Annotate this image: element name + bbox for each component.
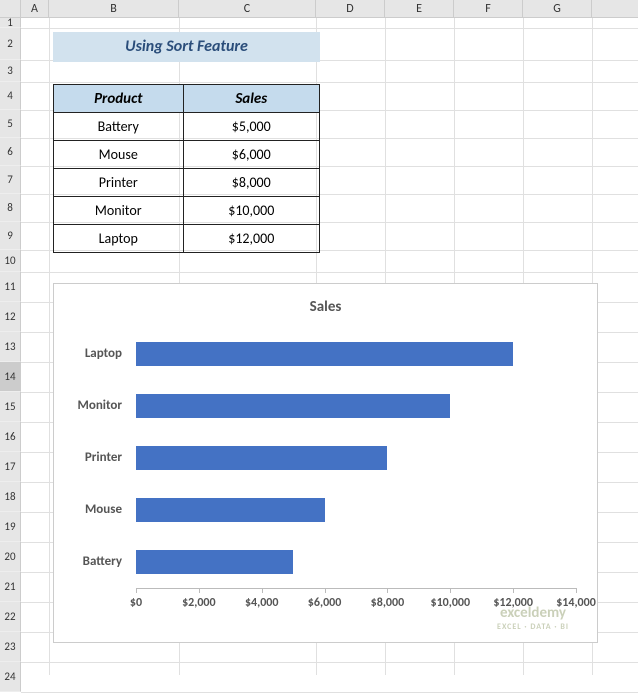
- column-header-row: A B C D E F G: [0, 0, 638, 18]
- row-header-5[interactable]: 5: [0, 110, 21, 138]
- chart-title: Sales: [54, 298, 597, 316]
- chart-x-tick-label: $2,000: [182, 596, 216, 610]
- col-header-E[interactable]: E: [385, 0, 454, 17]
- cell-sales[interactable]: $5,000: [183, 113, 319, 141]
- row-header-3[interactable]: 3: [0, 60, 21, 82]
- chart-y-labels: Laptop Monitor Printer Mouse Battery: [54, 328, 130, 588]
- chart-x-tick-label: $10,000: [430, 596, 470, 610]
- row-header-15[interactable]: 15: [0, 392, 21, 422]
- cell-product[interactable]: Laptop: [54, 225, 184, 253]
- data-table: Product Sales Battery$5,000Mouse$6,000Pr…: [53, 84, 320, 253]
- col-header-G[interactable]: G: [523, 0, 592, 17]
- chart-bar[interactable]: [136, 498, 325, 522]
- chart-x-tick-label: $4,000: [245, 596, 279, 610]
- row-header-18[interactable]: 18: [0, 482, 21, 512]
- cell-product[interactable]: Battery: [54, 113, 184, 141]
- chart-x-tick-label: $8,000: [371, 596, 405, 610]
- watermark-brand: exceldemy: [497, 604, 569, 622]
- row-header-6[interactable]: 6: [0, 138, 21, 166]
- select-all-corner[interactable]: [0, 0, 21, 17]
- cell-sales[interactable]: $10,000: [183, 197, 319, 225]
- bar-chart[interactable]: Sales Laptop Monitor Printer Mouse Battery $…: [53, 283, 598, 643]
- header-sales[interactable]: Sales: [183, 85, 319, 113]
- chart-category-label: Battery: [54, 554, 122, 569]
- row-header-2[interactable]: 2: [0, 28, 21, 60]
- watermark-sub: EXCEL · DATA · BI: [497, 622, 569, 632]
- row-header-13[interactable]: 13: [0, 332, 21, 362]
- cell-sales[interactable]: $6,000: [183, 141, 319, 169]
- chart-category-label: Monitor: [54, 398, 122, 413]
- table-header-row: Product Sales: [54, 85, 320, 113]
- watermark: exceldemy EXCEL · DATA · BI: [497, 604, 569, 632]
- col-header-F[interactable]: F: [454, 0, 523, 17]
- row-header-17[interactable]: 17: [0, 452, 21, 482]
- chart-plot-area: [136, 328, 576, 588]
- chart-bar[interactable]: [136, 342, 513, 366]
- row-header-20[interactable]: 20: [0, 542, 21, 572]
- row-header-4[interactable]: 4: [0, 82, 21, 110]
- col-header-D[interactable]: D: [316, 0, 385, 17]
- row-header-23[interactable]: 23: [0, 632, 21, 662]
- cell-product[interactable]: Monitor: [54, 197, 184, 225]
- chart-x-tick-label: $6,000: [308, 596, 342, 610]
- chart-bar[interactable]: [136, 446, 387, 470]
- table-row: Printer$8,000: [54, 169, 320, 197]
- row-header-19[interactable]: 19: [0, 512, 21, 542]
- col-header-B[interactable]: B: [49, 0, 179, 17]
- cell-sales[interactable]: $12,000: [183, 225, 319, 253]
- header-product[interactable]: Product: [54, 85, 184, 113]
- row-header-11[interactable]: 11: [0, 272, 21, 302]
- chart-x-axis: [136, 588, 576, 589]
- chart-bar[interactable]: [136, 550, 293, 574]
- row-header-22[interactable]: 22: [0, 602, 21, 632]
- chart-bar[interactable]: [136, 394, 450, 418]
- cell-product[interactable]: Printer: [54, 169, 184, 197]
- chart-x-tick-label: $0: [130, 596, 142, 610]
- table-row: Monitor$10,000: [54, 197, 320, 225]
- chart-category-label: Mouse: [54, 502, 122, 517]
- col-header-C[interactable]: C: [179, 0, 316, 17]
- table-row: Laptop$12,000: [54, 225, 320, 253]
- row-header-14[interactable]: 14: [0, 362, 21, 392]
- row-header-10[interactable]: 10: [0, 250, 21, 272]
- row-header-9[interactable]: 9: [0, 222, 21, 250]
- chart-category-label: Laptop: [54, 346, 122, 361]
- row-header-16[interactable]: 16: [0, 422, 21, 452]
- col-header-A[interactable]: A: [21, 0, 49, 17]
- row-header-21[interactable]: 21: [0, 572, 21, 602]
- row-header-7[interactable]: 7: [0, 166, 21, 194]
- chart-category-label: Printer: [54, 450, 122, 465]
- row-header-1[interactable]: 1: [0, 18, 21, 28]
- page-title: Using Sort Feature: [53, 32, 320, 62]
- table-row: Mouse$6,000: [54, 141, 320, 169]
- spreadsheet-grid: A B C D E F G 12345678910111213141516171…: [0, 0, 638, 675]
- row-header-8[interactable]: 8: [0, 194, 21, 222]
- row-header-24[interactable]: 24: [0, 662, 21, 692]
- table-row: Battery$5,000: [54, 113, 320, 141]
- row-header-12[interactable]: 12: [0, 302, 21, 332]
- cell-sales[interactable]: $8,000: [183, 169, 319, 197]
- cell-product[interactable]: Mouse: [54, 141, 184, 169]
